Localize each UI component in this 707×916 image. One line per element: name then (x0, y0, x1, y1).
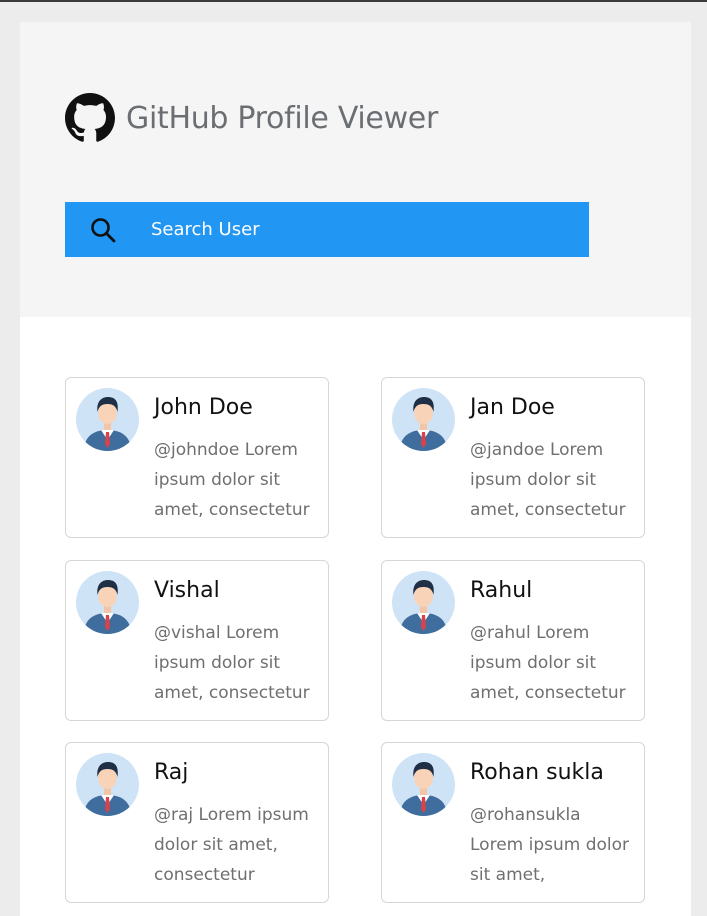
user-card[interactable]: Jan Doe @jandoe Lorem ipsum dolor sit ame… (381, 377, 645, 538)
brand: GitHub Profile Viewer (65, 92, 438, 144)
user-description: @johndoe Lorem ipsum dolor sit amet, con… (154, 440, 310, 520)
user-name[interactable]: Jan Doe (470, 395, 555, 420)
user-description: @rohansukla Lorem ipsum dolor sit amet, (470, 805, 630, 885)
user-card[interactable]: Raj @raj Lorem ipsum dolor sit amet, cons… (65, 742, 329, 903)
avatar (392, 571, 455, 634)
user-card[interactable]: Rahul @rahul Lorem ipsum dolor sit amet, … (381, 560, 645, 721)
app-title: GitHub Profile Viewer (126, 100, 438, 136)
github-icon (65, 93, 115, 143)
header: GitHub Profile Viewer (20, 22, 691, 317)
avatar (76, 571, 139, 634)
window-top-border (0, 0, 707, 2)
user-description: @rahul Lorem ipsum dolor sit amet, conse… (470, 623, 626, 703)
user-card[interactable]: John Doe @johndoe Lorem ipsum dolor sit a… (65, 377, 329, 538)
avatar (392, 388, 455, 451)
user-description: @raj Lorem ipsum dolor sit amet, consect… (154, 805, 309, 885)
user-name[interactable]: John Doe (154, 395, 253, 420)
user-card[interactable]: Vishal @vishal Lorem ipsum dolor sit amet… (65, 560, 329, 721)
search-bar[interactable] (65, 202, 589, 257)
avatar (392, 753, 455, 816)
user-description: @vishal Lorem ipsum dolor sit amet, cons… (154, 623, 310, 703)
user-name[interactable]: Rahul (470, 578, 532, 603)
user-name[interactable]: Rohan sukla (470, 760, 604, 785)
search-input[interactable] (149, 218, 573, 241)
user-name[interactable]: Raj (154, 760, 188, 785)
search-icon[interactable] (65, 216, 117, 244)
user-description: @jandoe Lorem ipsum dolor sit amet, cons… (470, 440, 626, 520)
page: GitHub Profile Viewer John Doe @johndoe L… (20, 22, 691, 916)
avatar (76, 753, 139, 816)
user-card[interactable]: Rohan sukla @rohansukla Lorem ipsum dolor… (381, 742, 645, 903)
user-name[interactable]: Vishal (154, 578, 220, 603)
avatar (76, 388, 139, 451)
